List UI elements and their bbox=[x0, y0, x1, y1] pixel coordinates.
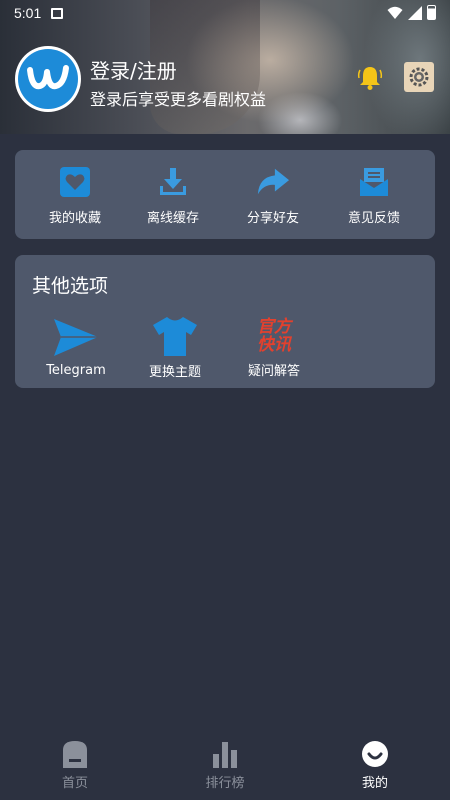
settings-button[interactable] bbox=[404, 62, 434, 92]
official-news-icon: 官方 快讯 bbox=[251, 315, 297, 356]
change-theme-label: 更换主题 bbox=[148, 365, 201, 380]
notification-button[interactable] bbox=[357, 64, 383, 92]
telegram-icon bbox=[53, 315, 99, 359]
share-friends-label: 分享好友 bbox=[246, 211, 299, 226]
faq-label: 疑问解答 bbox=[247, 364, 300, 379]
news-icon-text-top: 官方 bbox=[257, 316, 291, 337]
bell-icon bbox=[357, 67, 383, 90]
offline-cache-button[interactable]: 离线缓存 bbox=[123, 150, 223, 239]
bottom-navigation: 首页 排行榜 我的 bbox=[0, 728, 450, 800]
tshirt-icon bbox=[152, 315, 198, 357]
other-options-card: 其他选项 Telegram 更换主题 官方 快讯 疑问解答 bbox=[15, 255, 435, 388]
gear-icon bbox=[409, 67, 429, 87]
share-arrow-icon bbox=[256, 165, 290, 199]
change-theme-button[interactable]: 更换主题 bbox=[130, 315, 220, 380]
feedback-label: 意见反馈 bbox=[347, 211, 400, 226]
share-friends-button[interactable]: 分享好友 bbox=[223, 150, 323, 239]
section-title: 其他选项 bbox=[32, 275, 109, 297]
signal-icon bbox=[408, 5, 422, 20]
mail-icon bbox=[357, 165, 391, 199]
news-icon-text-bottom: 快讯 bbox=[257, 334, 291, 355]
chart-bars-icon bbox=[210, 740, 240, 768]
status-time: 5:01 bbox=[14, 5, 42, 21]
quick-actions-card: 我的收藏 离线缓存 分享好友 意见反馈 bbox=[15, 150, 435, 239]
favorites-button[interactable]: 我的收藏 bbox=[25, 150, 125, 239]
home-icon bbox=[60, 740, 90, 768]
nav-label-mine: 我的 bbox=[361, 776, 388, 791]
offline-cache-label: 离线缓存 bbox=[146, 211, 199, 226]
feedback-button[interactable]: 意见反馈 bbox=[324, 150, 424, 239]
nav-label-ranking: 排行榜 bbox=[205, 776, 245, 791]
profile-header: 5:01 登录/注册 登录后享受更多看剧权益 bbox=[0, 0, 450, 134]
smile-icon bbox=[360, 740, 390, 768]
battery-icon bbox=[427, 5, 436, 20]
nav-item-mine[interactable]: 我的 bbox=[300, 728, 450, 800]
wifi-icon bbox=[387, 6, 403, 19]
login-register-link[interactable]: 登录/注册 bbox=[90, 55, 177, 84]
nav-label-home: 首页 bbox=[61, 776, 88, 791]
avatar[interactable] bbox=[15, 46, 81, 112]
login-subtitle: 登录后享受更多看剧权益 bbox=[90, 90, 267, 109]
image-notification-icon bbox=[51, 7, 64, 19]
telegram-button[interactable]: Telegram bbox=[31, 315, 121, 379]
telegram-label: Telegram bbox=[46, 363, 106, 378]
favorites-label: 我的收藏 bbox=[48, 211, 101, 226]
app-logo-icon bbox=[18, 49, 78, 109]
nav-item-home[interactable]: 首页 bbox=[0, 728, 150, 800]
download-icon bbox=[156, 165, 190, 199]
heart-box-icon bbox=[58, 165, 92, 199]
nav-item-ranking[interactable]: 排行榜 bbox=[150, 728, 300, 800]
faq-button[interactable]: 官方 快讯 疑问解答 bbox=[229, 315, 319, 380]
status-bar: 5:01 bbox=[0, 0, 450, 26]
